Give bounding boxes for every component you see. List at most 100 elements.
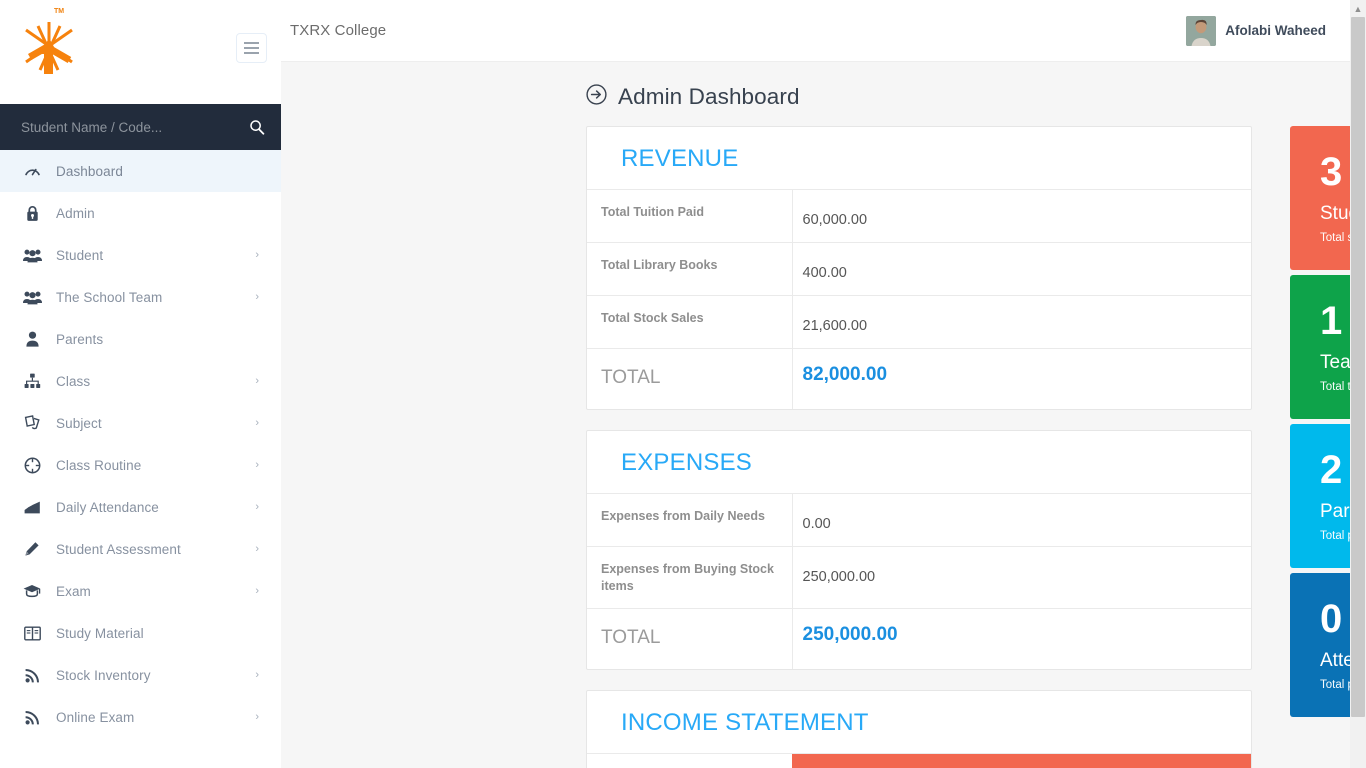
students-group-icon [22, 248, 42, 263]
graduation-cap-icon [22, 584, 42, 598]
search-input[interactable] [21, 120, 249, 135]
sidebar-toggle-button[interactable] [236, 33, 267, 63]
expenses-panel-header: EXPENSES [587, 431, 1251, 494]
row-label: Expenses from Buying Stock items [587, 546, 792, 609]
scroll-thumb[interactable] [1351, 17, 1365, 717]
topbar: TXRX College Afolabi Waheed [281, 0, 1366, 62]
chevron-right-icon: › [255, 375, 259, 387]
income-statement-table: LOSS -168,000.00 [587, 754, 1251, 768]
sidebar-item-label: Daily Attendance [56, 500, 159, 515]
logo-area: TM [0, 0, 281, 104]
user-name: Afolabi Waheed [1225, 23, 1326, 38]
table-row: Total Stock Sales21,600.00 [587, 296, 1251, 349]
table-total-row: TOTAL250,000.00 [587, 609, 1251, 669]
sidebar-item-dashboard[interactable]: Dashboard [0, 150, 281, 192]
sidebar-item-label: Parents [56, 332, 103, 347]
chevron-right-icon: › [255, 291, 259, 303]
sidebar-item-label: Dashboard [56, 164, 123, 179]
rss-feed-icon [22, 668, 42, 683]
bar-chart-icon [22, 501, 42, 514]
admin-lock-icon [22, 205, 42, 222]
sitemap-icon [22, 373, 42, 389]
sidebar-item-admin[interactable]: Admin [0, 192, 281, 234]
sidebar-item-label: Stock Inventory [56, 668, 151, 683]
sidebar-item-daily-attendance[interactable]: Daily Attendance› [0, 486, 281, 528]
chevron-right-icon: › [255, 585, 259, 597]
sidebar-item-class-routine[interactable]: Class Routine › [0, 444, 281, 486]
financial-column: REVENUE Total Tuition Paid60,000.00Total… [586, 126, 1252, 768]
row-value: 21,600.00 [792, 296, 1251, 349]
dashboard-icon [22, 163, 42, 180]
revenue-panel: REVENUE Total Tuition Paid60,000.00Total… [586, 126, 1252, 410]
page-title: Admin Dashboard [618, 84, 800, 110]
sidebar-item-class[interactable]: Class › [0, 360, 281, 402]
sidebar-item-label: Exam [56, 584, 91, 599]
college-name: TXRX College [290, 22, 386, 39]
sidebar-item-label: Study Material [56, 626, 144, 641]
loss-value: -168,000.00 [792, 754, 1251, 768]
page-content: Admin Dashboard REVENUE Total Tuition Pa… [281, 62, 1366, 768]
sidebar-search[interactable] [0, 104, 281, 150]
hamburger-bar [244, 47, 259, 49]
scroll-up-arrow[interactable]: ▲ [1350, 0, 1366, 17]
sidebar-item-exam[interactable]: Exam › [0, 570, 281, 612]
sidebar-item-online-exam[interactable]: Online Exam › [0, 696, 281, 738]
person-icon [22, 331, 42, 347]
table-row: Expenses from Buying Stock items250,000.… [587, 546, 1251, 609]
sidebar-item-student-assessment[interactable]: Student Assessment › [0, 528, 281, 570]
row-label: Total Tuition Paid [587, 190, 792, 243]
expenses-heading: EXPENSES [621, 449, 1229, 477]
total-value: 82,000.00 [792, 349, 1251, 409]
chevron-right-icon: › [255, 459, 259, 471]
sidebar-item-label: The School Team [56, 290, 162, 305]
revenue-panel-header: REVENUE [587, 127, 1251, 190]
starburst-logo[interactable] [18, 10, 80, 80]
compass-clock-icon [22, 457, 42, 474]
sidebar-item-label: Class Routine [56, 458, 141, 473]
total-value: 250,000.00 [792, 609, 1251, 669]
row-value: 250,000.00 [792, 546, 1251, 609]
row-value: 400.00 [792, 243, 1251, 296]
arrow-circle-right-icon [586, 84, 607, 110]
sidebar-item-label: Subject [56, 416, 102, 431]
sidebar-item-stock-inventory[interactable]: Stock Inventory › [0, 654, 281, 696]
search-icon[interactable] [249, 119, 265, 135]
sidebar-item-study-material[interactable]: Study Material [0, 612, 281, 654]
row-label: Expenses from Daily Needs [587, 494, 792, 547]
sidebar-item-the-school-team[interactable]: The School Team › [0, 276, 281, 318]
table-row: Total Tuition Paid60,000.00 [587, 190, 1251, 243]
loss-label: LOSS [587, 754, 792, 768]
trademark-mark: TM [54, 8, 64, 15]
sidebar-item-subject[interactable]: Subject › [0, 402, 281, 444]
table-row: Expenses from Daily Needs0.00 [587, 494, 1251, 547]
row-value: 0.00 [792, 494, 1251, 547]
chevron-right-icon: › [255, 669, 259, 681]
income-statement-heading: INCOME STATEMENT [621, 709, 1229, 737]
page-scrollbar[interactable]: ▲ [1350, 0, 1366, 768]
sidebar-item-label: Student [56, 248, 103, 263]
chevron-right-icon: › [255, 711, 259, 723]
book-pages-icon [22, 415, 42, 431]
chevron-right-icon: › [255, 417, 259, 429]
sidebar-item-label: Admin [56, 206, 95, 221]
sidebar-item-label: Online Exam [56, 710, 134, 725]
revenue-heading: REVENUE [621, 145, 1229, 173]
sidebar-item-label: Class [56, 374, 90, 389]
sidebar-item-student[interactable]: Student› [0, 234, 281, 276]
app-root: TM DashboardAdminStudent›The School Team… [0, 0, 1366, 768]
user-avatar [1186, 16, 1216, 46]
income-statement-panel-header: INCOME STATEMENT [587, 691, 1251, 754]
sidebar-item-parents[interactable]: Parents [0, 318, 281, 360]
row-value: 60,000.00 [792, 190, 1251, 243]
open-book-icon [22, 626, 42, 641]
rss-feed-icon [22, 710, 42, 725]
hamburger-bar [244, 52, 259, 54]
total-label: TOTAL [587, 609, 792, 669]
sidebar-item-label: Student Assessment [56, 542, 181, 557]
chevron-right-icon: › [255, 543, 259, 555]
income-statement-panel: INCOME STATEMENT LOSS -168,000.00 [586, 690, 1252, 768]
user-menu[interactable]: Afolabi Waheed [1186, 16, 1326, 46]
main-area: TXRX College Afolabi Waheed [281, 0, 1366, 768]
dashboard-grid: REVENUE Total Tuition Paid60,000.00Total… [281, 126, 1366, 768]
table-row: LOSS -168,000.00 [587, 754, 1251, 768]
